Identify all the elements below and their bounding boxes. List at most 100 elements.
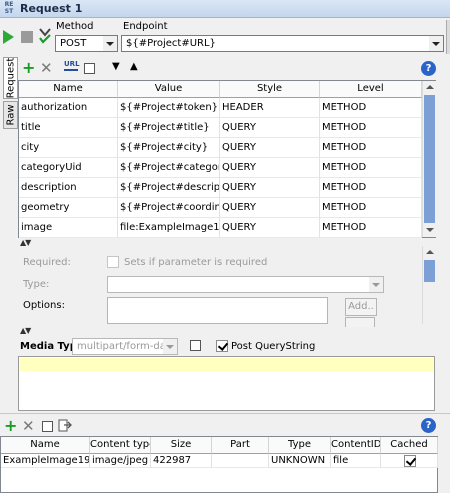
options-list[interactable] bbox=[107, 297, 328, 324]
params-scrollbar[interactable] bbox=[422, 81, 436, 237]
table-row[interactable]: imagefile:ExampleImage19...QUERYMETHOD bbox=[19, 218, 422, 238]
help-icon[interactable]: ? bbox=[421, 61, 436, 76]
add-attachment-icon[interactable]: + bbox=[4, 418, 17, 434]
attachment-content-id[interactable]: file bbox=[331, 454, 381, 468]
param-level[interactable]: METHOD bbox=[320, 198, 422, 218]
table-row[interactable]: description${#Project#descripti...QUERYM… bbox=[19, 178, 422, 198]
column-header-content-id[interactable]: ContentID bbox=[331, 437, 381, 454]
method-select[interactable]: POST bbox=[55, 35, 118, 52]
param-name[interactable]: description bbox=[19, 178, 118, 198]
column-header-name[interactable]: Name bbox=[19, 81, 118, 98]
param-level[interactable]: METHOD bbox=[320, 178, 422, 198]
column-header-part[interactable]: Part bbox=[212, 437, 269, 454]
param-level[interactable]: METHOD bbox=[320, 158, 422, 178]
delete-param-icon[interactable]: ✕ bbox=[40, 61, 53, 76]
param-value[interactable]: ${#Project#descripti... bbox=[118, 178, 220, 198]
table-row[interactable]: city ${#Project#city} QUERY METHOD bbox=[19, 138, 422, 158]
play-icon[interactable] bbox=[3, 30, 14, 44]
move-down-icon[interactable]: ▼ bbox=[112, 61, 120, 72]
stop-icon[interactable] bbox=[21, 31, 33, 43]
column-header-cached[interactable]: Cached bbox=[381, 437, 438, 454]
param-value[interactable]: ${#Project#coordina... bbox=[118, 198, 220, 218]
remove-option-button[interactable] bbox=[345, 317, 375, 327]
param-style[interactable]: QUERY bbox=[220, 118, 320, 138]
grid-icon[interactable] bbox=[190, 340, 201, 351]
param-name[interactable]: categoryUid bbox=[19, 158, 118, 178]
attachment-part[interactable] bbox=[212, 454, 269, 468]
param-value[interactable]: ${#Project#city} bbox=[118, 138, 220, 158]
grid-icon[interactable] bbox=[84, 63, 95, 74]
column-header-type[interactable]: Type bbox=[269, 437, 331, 454]
param-style[interactable]: QUERY bbox=[220, 198, 320, 218]
table-row[interactable]: ExampleImage192... image/jpeg 422987 UNK… bbox=[1, 454, 438, 468]
param-name[interactable]: title bbox=[19, 118, 118, 138]
param-level[interactable]: METHOD bbox=[320, 138, 422, 158]
table-row[interactable]: geometry${#Project#coordina...QUERYMETHO… bbox=[19, 198, 422, 218]
param-style[interactable]: HEADER bbox=[220, 98, 320, 118]
validate-icon[interactable] bbox=[38, 27, 52, 45]
param-name[interactable]: geometry bbox=[19, 198, 118, 218]
param-level[interactable]: METHOD bbox=[320, 98, 422, 118]
column-header-value[interactable]: Value bbox=[118, 81, 220, 98]
param-details-panel: Required: Sets if parameter is required … bbox=[18, 246, 436, 324]
column-header-level[interactable]: Level bbox=[320, 81, 422, 98]
chevron-down-icon[interactable] bbox=[429, 36, 443, 51]
export-icon[interactable] bbox=[58, 419, 72, 432]
details-scrollbar[interactable] bbox=[422, 246, 435, 324]
grid-icon[interactable] bbox=[42, 421, 53, 432]
add-option-button[interactable]: Add.. bbox=[345, 298, 377, 316]
attachment-content-type[interactable]: image/jpeg bbox=[90, 454, 151, 468]
attachments-table: Name Content type Size Part Type Content… bbox=[0, 436, 438, 493]
endpoint-select[interactable]: ${#Project#URL} bbox=[121, 35, 444, 52]
column-header-name[interactable]: Name bbox=[1, 437, 90, 454]
tab-raw[interactable]: Raw bbox=[3, 101, 18, 129]
param-style[interactable]: QUERY bbox=[220, 138, 320, 158]
move-up-icon[interactable]: ▲ bbox=[130, 61, 138, 72]
remove-attachment-icon[interactable]: ✕ bbox=[22, 419, 35, 434]
column-header-style[interactable]: Style bbox=[220, 81, 320, 98]
scroll-thumb[interactable] bbox=[424, 95, 435, 223]
media-type-value: multipart/form-data bbox=[77, 341, 176, 352]
scroll-up-icon[interactable] bbox=[423, 81, 436, 93]
scroll-up-icon[interactable] bbox=[423, 246, 436, 258]
param-value[interactable]: ${#Project#title} bbox=[118, 118, 220, 138]
encode-icon[interactable]: URL bbox=[64, 61, 80, 71]
required-checkbox-label: Sets if parameter is required bbox=[124, 257, 268, 268]
attachment-name[interactable]: ExampleImage192... bbox=[1, 454, 90, 468]
params-table: Name Value Style Level authorization ${#P… bbox=[18, 80, 436, 238]
param-level[interactable]: METHOD bbox=[320, 218, 422, 238]
chevron-down-icon[interactable] bbox=[369, 277, 383, 292]
table-row[interactable]: title ${#Project#title} QUERY METHOD bbox=[19, 118, 422, 138]
param-value[interactable]: ${#Project#category... bbox=[118, 158, 220, 178]
endpoint-value: ${#Project#URL} bbox=[126, 38, 216, 49]
param-value[interactable]: file:ExampleImage19... bbox=[118, 218, 220, 238]
param-style[interactable]: QUERY bbox=[220, 218, 320, 238]
param-style[interactable]: QUERY bbox=[220, 158, 320, 178]
tab-request[interactable]: Request bbox=[3, 57, 18, 99]
param-level[interactable]: METHOD bbox=[320, 118, 422, 138]
required-checkbox[interactable] bbox=[107, 256, 119, 268]
type-select[interactable] bbox=[107, 276, 384, 293]
scroll-down-icon[interactable] bbox=[423, 224, 436, 236]
chevron-down-icon[interactable] bbox=[103, 36, 117, 51]
help-icon[interactable]: ? bbox=[421, 418, 436, 433]
splitter-handle[interactable]: ▲▼ bbox=[20, 326, 31, 335]
add-param-icon[interactable]: + bbox=[22, 60, 35, 76]
column-header-size[interactable]: Size bbox=[151, 437, 212, 454]
column-header-content-type[interactable]: Content type bbox=[90, 437, 151, 454]
cached-checkbox[interactable] bbox=[404, 455, 416, 467]
param-value[interactable]: ${#Project#token} bbox=[118, 98, 220, 118]
param-name[interactable]: image bbox=[19, 218, 118, 238]
attachment-size[interactable]: 422987 bbox=[151, 454, 212, 468]
param-name[interactable]: city bbox=[19, 138, 118, 158]
scroll-thumb[interactable] bbox=[424, 260, 435, 282]
attachment-type[interactable]: UNKNOWN bbox=[269, 454, 331, 468]
post-querystring-checkbox[interactable] bbox=[216, 340, 228, 352]
table-row[interactable]: authorization ${#Project#token} HEADER METH… bbox=[19, 98, 422, 118]
request-body-editor[interactable] bbox=[18, 356, 435, 411]
table-row[interactable]: categoryUid${#Project#category...QUERYME… bbox=[19, 158, 422, 178]
param-name[interactable]: authorization bbox=[19, 98, 118, 118]
media-type-select[interactable]: multipart/form-data bbox=[72, 338, 178, 355]
chevron-down-icon[interactable] bbox=[163, 339, 177, 354]
param-style[interactable]: QUERY bbox=[220, 178, 320, 198]
